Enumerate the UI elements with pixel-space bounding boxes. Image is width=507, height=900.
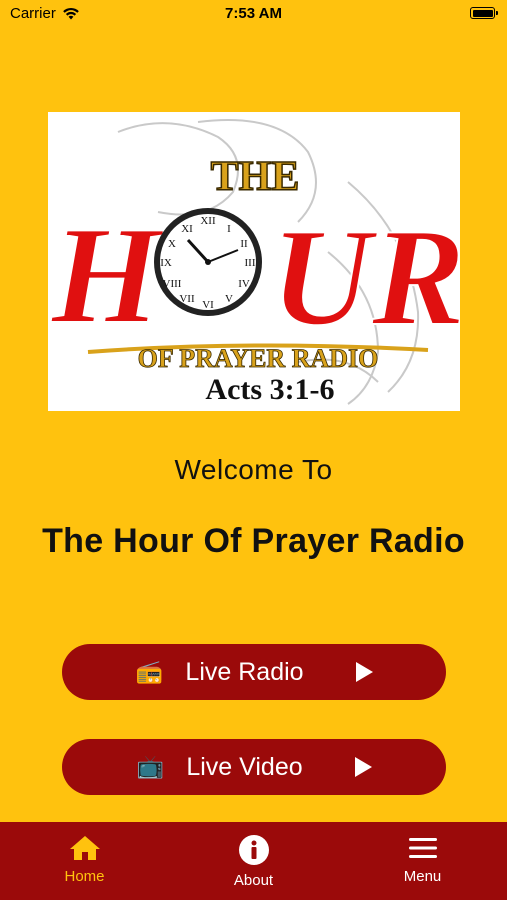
logo-verse: Acts 3:1-6 (205, 373, 334, 406)
tab-menu-label: Menu (403, 868, 442, 885)
logo-hour-h: H (50, 198, 165, 353)
status-bar: Carrier 7:53 AM (0, 0, 507, 28)
station-logo: THE H XII VI IX III I II IV V VII VIII X… (48, 112, 460, 411)
clock: 7:53 AM (225, 5, 282, 22)
svg-text:III: III (245, 257, 256, 269)
svg-text:XI: XI (181, 223, 193, 235)
svg-text:IX: IX (160, 257, 172, 269)
live-video-button[interactable]: 📺 Live Video (62, 739, 446, 795)
menu-icon (408, 838, 437, 858)
svg-text:V: V (225, 293, 233, 305)
info-icon (238, 835, 269, 865)
tab-about-label: About (233, 872, 274, 889)
live-video-label: Live Video (186, 752, 303, 781)
play-icon (354, 757, 372, 777)
svg-text:II: II (240, 238, 248, 250)
home-icon (69, 836, 100, 860)
tab-menu[interactable]: Menu (338, 822, 507, 900)
radio-icon: 📻 (135, 659, 164, 684)
station-title: The Hour Of Prayer Radio (42, 522, 465, 560)
tab-home-label: Home (64, 868, 105, 885)
svg-text:XII: XII (200, 215, 216, 227)
tv-icon: 📺 (136, 754, 165, 779)
clock-illustration: XII VI IX III I II IV V VII VIII X XI (154, 208, 262, 316)
live-radio-label: Live Radio (185, 657, 304, 686)
svg-text:IV: IV (238, 278, 250, 290)
svg-text:VIII: VIII (163, 278, 182, 290)
tab-bar: Home About Menu (0, 822, 507, 900)
svg-text:VI: VI (202, 299, 214, 311)
tab-home[interactable]: Home (0, 822, 169, 900)
logo-the: THE (211, 154, 300, 200)
logo-radio-line: OF PRAYER RADIO (138, 344, 379, 373)
tab-about[interactable]: About (169, 822, 338, 900)
play-icon (355, 662, 373, 682)
svg-text:I: I (227, 223, 231, 235)
live-radio-button[interactable]: 📻 Live Radio (62, 644, 446, 700)
logo-hour-ur: UR (271, 200, 460, 355)
battery-icon (470, 7, 498, 19)
welcome-text: Welcome To (174, 454, 333, 485)
svg-text:X: X (168, 238, 176, 250)
svg-text:VII: VII (179, 293, 195, 305)
